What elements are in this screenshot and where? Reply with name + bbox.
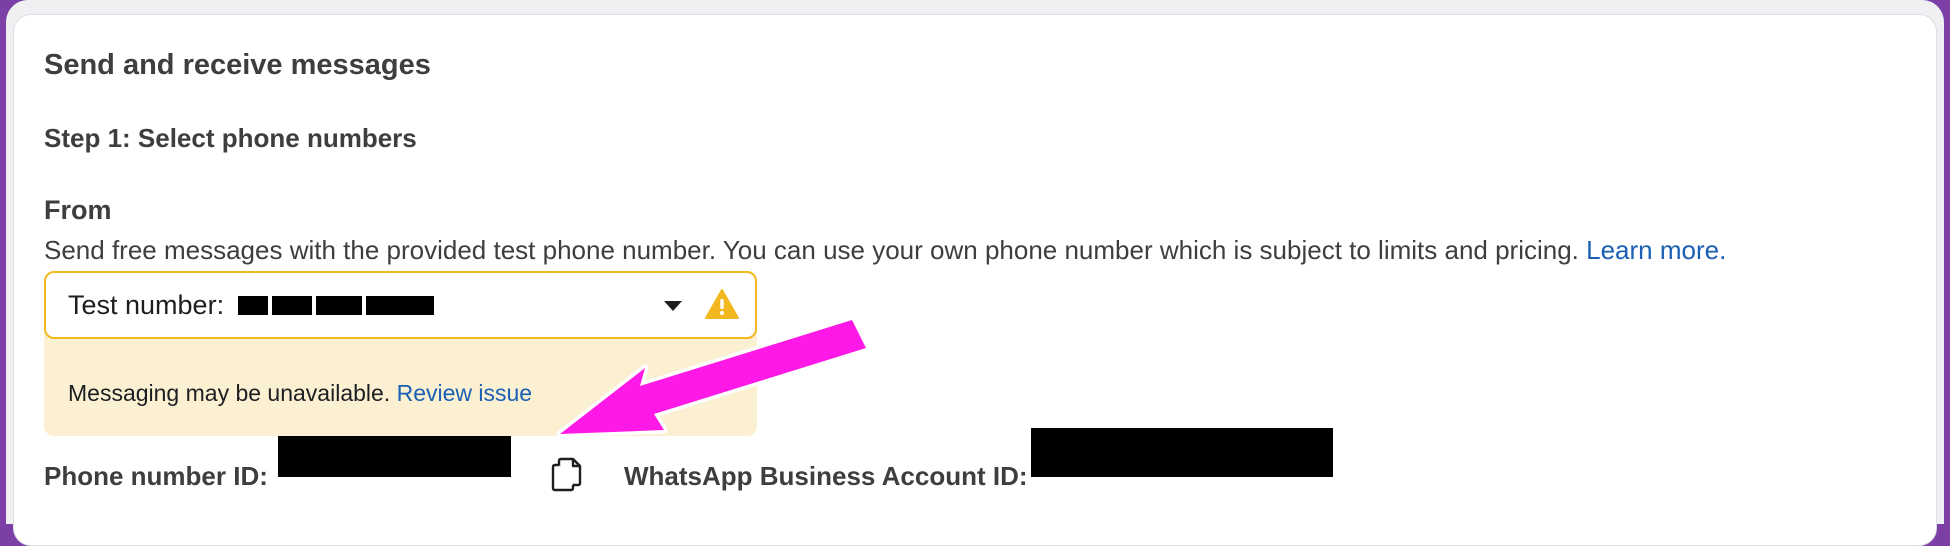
phone-number-select[interactable]: Test number: [44,271,757,339]
warning-message: Messaging may be unavailable. Review iss… [68,380,532,407]
warning-icon [705,289,739,319]
from-description: Send free messages with the provided tes… [44,235,1726,266]
phone-number-id-label: Phone number ID: [44,461,268,491]
from-label: From [44,195,112,225]
warning-text: Messaging may be unavailable. [68,380,391,406]
send-receive-card: Send and receive messages Step 1: Select… [13,14,1937,546]
section-title: Send and receive messages [44,49,431,81]
step-title: Step 1: Select phone numbers [44,123,417,153]
redacted-phone-number [272,296,312,315]
warning-banner: Messaging may be unavailable. Review iss… [44,325,757,436]
from-description-text: Send free messages with the provided tes… [44,235,1579,265]
redacted-waba-id [1031,428,1333,477]
chevron-down-icon [664,301,682,311]
redacted-phone-number [316,296,362,315]
redacted-phone-number [238,296,268,315]
copy-icon[interactable] [549,455,585,493]
learn-more-link[interactable]: Learn more. [1586,235,1726,265]
redacted-phone-number [366,296,434,315]
review-issue-link[interactable]: Review issue [397,380,533,406]
select-label: Test number: [68,290,225,320]
waba-id-label: WhatsApp Business Account ID: [624,461,1028,491]
